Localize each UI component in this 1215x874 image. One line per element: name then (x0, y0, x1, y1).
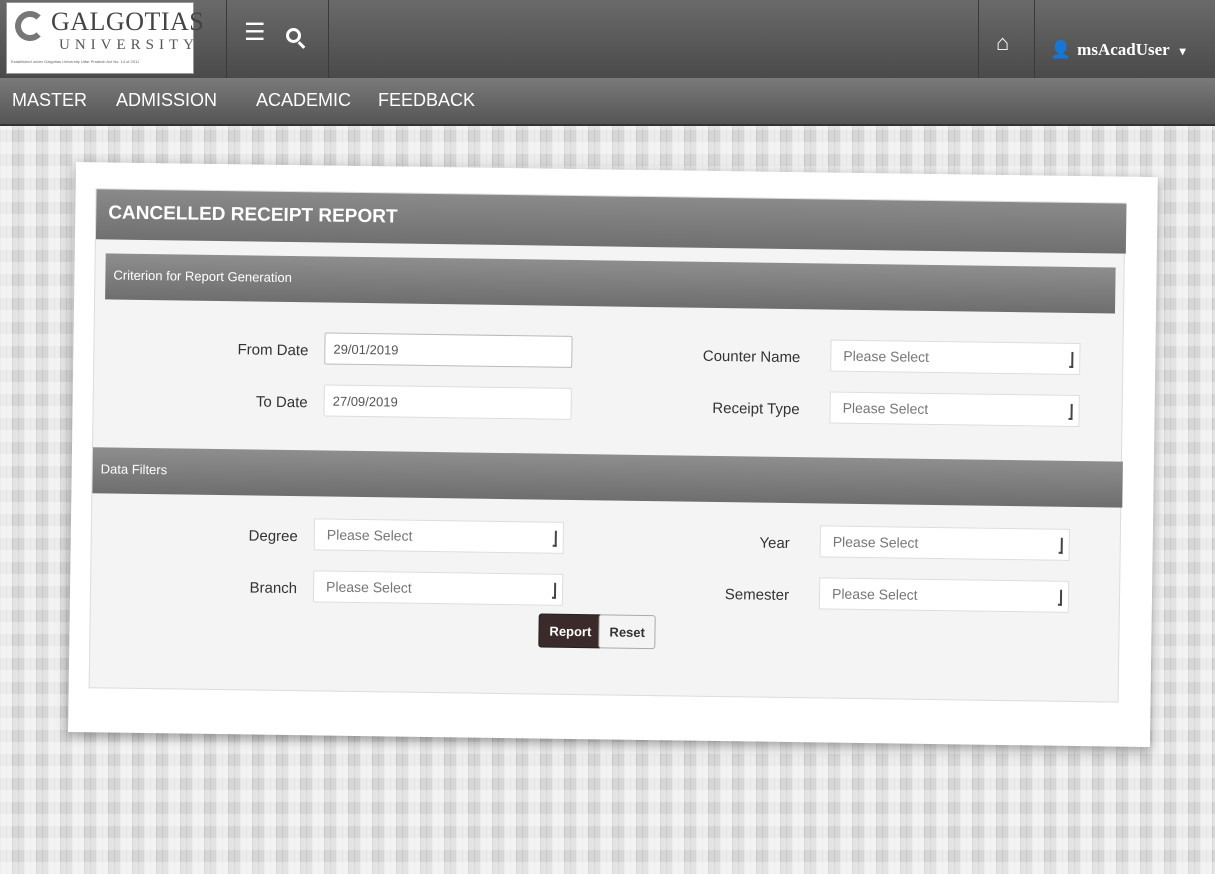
chevron-down-icon (1069, 351, 1074, 368)
report-panel: CANCELLED RECEIPT REPORT Criterion for R… (68, 162, 1158, 748)
nav-item-academic[interactable]: ACADEMIC (256, 90, 351, 111)
header-divider (328, 0, 329, 78)
logo-tagline: Established under Galgotias University U… (11, 59, 140, 64)
page-title: CANCELLED RECEIPT REPORT (108, 202, 398, 228)
counter-name-value: Please Select (843, 347, 930, 365)
report-form: CANCELLED RECEIPT REPORT Criterion for R… (88, 188, 1127, 703)
search-icon[interactable] (286, 18, 301, 46)
nav-item-admission[interactable]: ADMISSION (116, 90, 217, 111)
degree-value: Please Select (326, 526, 413, 544)
reset-button[interactable]: Reset (598, 614, 657, 650)
report-button[interactable]: Report (538, 613, 603, 649)
year-value: Please Select (832, 533, 919, 551)
semester-value: Please Select (831, 585, 918, 603)
to-date-input[interactable]: 27/09/2019 (323, 384, 572, 420)
filters-section-label: Data Filters (100, 461, 168, 478)
logo-name: GALGOTIAS (51, 7, 205, 36)
title-bar: CANCELLED RECEIPT REPORT (95, 189, 1127, 254)
counter-name-label: Counter Name (702, 347, 801, 367)
from-date-label: From Date (237, 341, 309, 360)
year-select[interactable]: Please Select (819, 525, 1070, 561)
chevron-down-icon (1058, 537, 1063, 554)
chevron-down-icon (1057, 589, 1063, 606)
counter-name-select[interactable]: Please Select (830, 339, 1081, 376)
receipt-type-label: Receipt Type (712, 399, 800, 419)
hamburger-icon[interactable]: ☰ (244, 18, 266, 47)
header-divider (978, 0, 979, 78)
chevron-down-icon: ▾ (1179, 44, 1186, 58)
semester-label: Semester (724, 586, 790, 604)
home-icon[interactable]: ⌂ (996, 30, 1009, 56)
chevron-down-icon (552, 530, 557, 547)
branch-select[interactable]: Please Select (312, 570, 564, 606)
criteria-section-header: Criterion for Report Generation (105, 253, 1116, 314)
logo-subtitle: UNIVERSITY (59, 37, 199, 53)
nav-item-feedback[interactable]: FEEDBACK (378, 90, 475, 111)
logo-mark-icon (15, 11, 45, 41)
branch-label: Branch (249, 579, 298, 598)
top-header: GALGOTIAS UNIVERSITY Established under G… (0, 0, 1215, 78)
branch-value: Please Select (325, 578, 412, 596)
receipt-type-value: Please Select (842, 399, 929, 417)
user-menu[interactable]: 👤 msAcadUser ▾ (1050, 40, 1186, 60)
chevron-down-icon (1068, 403, 1073, 420)
header-divider (226, 0, 227, 78)
from-date-input[interactable]: 29/01/2019 (324, 332, 573, 368)
semester-select[interactable]: Please Select (818, 577, 1070, 613)
header-divider (1034, 0, 1035, 78)
main-nav: MASTER ADMISSION ACADEMIC FEEDBACK (0, 78, 1215, 126)
degree-select[interactable]: Please Select (313, 518, 565, 554)
degree-label: Degree (248, 527, 298, 546)
receipt-type-select[interactable]: Please Select (829, 391, 1080, 428)
filters-section-header: Data Filters (92, 447, 1123, 508)
person-icon: 👤 (1050, 40, 1072, 59)
year-label: Year (759, 534, 790, 553)
chevron-down-icon (551, 582, 557, 599)
nav-item-master[interactable]: MASTER (12, 90, 87, 111)
to-date-label: To Date (255, 393, 308, 412)
university-logo[interactable]: GALGOTIAS UNIVERSITY Established under G… (6, 2, 204, 74)
user-name: msAcadUser (1077, 40, 1170, 59)
criteria-section-label: Criterion for Report Generation (113, 267, 292, 286)
